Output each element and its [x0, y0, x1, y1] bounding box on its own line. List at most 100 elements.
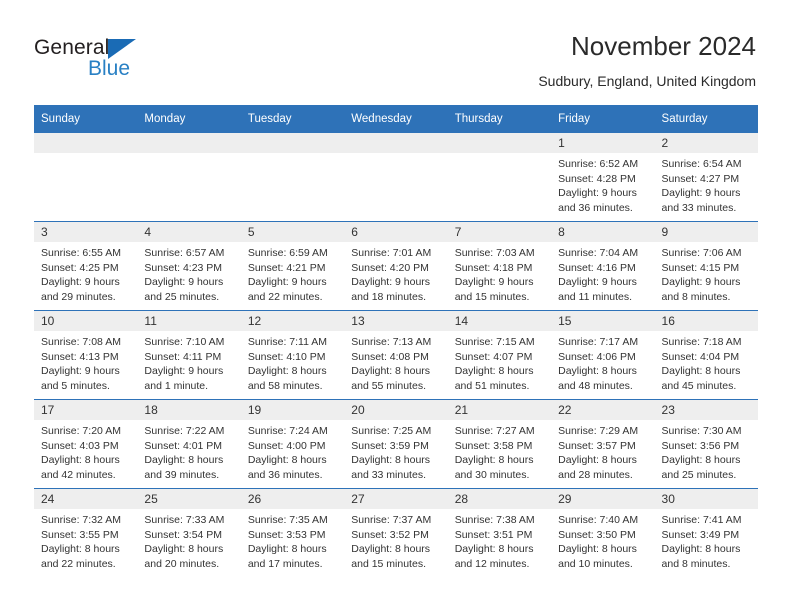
- sunrise-text: Sunrise: 7:35 AM: [247, 514, 328, 526]
- daylight-text-line2: and 18 minutes.: [351, 290, 426, 303]
- sunrise-text: Sunrise: 7:04 AM: [558, 247, 639, 259]
- day-number: 21: [447, 400, 552, 420]
- calendar-day-cell[interactable]: 25 Sunrise: 7:33 AM Sunset: 3:54 PM Dayligh…: [137, 488, 241, 577]
- day-number: 18: [137, 400, 241, 420]
- calendar-day-cell[interactable]: 30 Sunrise: 7:41 AM Sunset: 3:49 PM Dayligh…: [654, 488, 758, 577]
- weekday-header-thursday: Thursday: [447, 105, 552, 133]
- daylight-text-line2: and 29 minutes.: [41, 290, 116, 303]
- day-details: Sunrise: 6:57 AM Sunset: 4:23 PM Daylight:…: [137, 242, 240, 304]
- daylight-text-line1: Daylight: 8 hours: [558, 454, 637, 467]
- calendar-day-cell[interactable]: 21 Sunrise: 7:27 AM Sunset: 3:58 PM Dayligh…: [447, 399, 552, 489]
- page-title: November 2024: [571, 31, 756, 61]
- sunrise-text: Sunrise: 7:06 AM: [661, 247, 742, 259]
- sunrise-text: Sunrise: 7:22 AM: [144, 425, 225, 437]
- day-cell-inner: 10 Sunrise: 7:08 AM Sunset: 4:13 PM Dayligh…: [34, 311, 138, 399]
- sunrise-text: Sunrise: 7:29 AM: [558, 425, 639, 437]
- calendar-day-cell[interactable]: 18 Sunrise: 7:22 AM Sunset: 4:01 PM Dayligh…: [137, 399, 241, 489]
- daylight-text-line2: and 5 minutes.: [41, 379, 110, 392]
- day-details: Sunrise: 7:32 AM Sunset: 3:55 PM Daylight:…: [34, 509, 137, 571]
- calendar-day-cell[interactable]: 1 Sunrise: 6:52 AM Sunset: 4:28 PM Daylight…: [551, 133, 655, 222]
- calendar-day-cell[interactable]: 2 Sunrise: 6:54 AM Sunset: 4:27 PM Daylight…: [654, 133, 758, 222]
- day-number: 13: [344, 311, 448, 331]
- calendar-day-cell[interactable]: 22 Sunrise: 7:29 AM Sunset: 3:57 PM Dayligh…: [551, 399, 655, 489]
- sunrise-text: Sunrise: 6:54 AM: [661, 158, 742, 170]
- daylight-text-line2: and 15 minutes.: [454, 290, 530, 303]
- daylight-text-line2: and 36 minutes.: [558, 201, 633, 214]
- sunset-text: Sunset: 3:59 PM: [351, 439, 429, 452]
- sunrise-text: Sunrise: 7:17 AM: [558, 336, 639, 348]
- calendar-day-cell[interactable]: 23 Sunrise: 7:30 AM Sunset: 3:56 PM Dayligh…: [654, 399, 758, 489]
- calendar-day-cell[interactable]: 4 Sunrise: 6:57 AM Sunset: 4:23 PM Daylight…: [137, 221, 241, 311]
- logo-triangle-icon: [108, 39, 136, 59]
- calendar-week-row: 3 Sunrise: 6:55 AM Sunset: 4:25 PM Daylight…: [34, 221, 758, 311]
- day-details: Sunrise: 7:38 AM Sunset: 3:51 PM Daylight:…: [448, 509, 551, 571]
- daylight-text-line2: and 51 minutes.: [454, 379, 530, 392]
- day-details: Sunrise: 7:17 AM Sunset: 4:06 PM Daylight:…: [551, 331, 654, 393]
- calendar-day-cell[interactable]: 19 Sunrise: 7:24 AM Sunset: 4:00 PM Dayligh…: [240, 399, 345, 489]
- weekday-header-friday: Friday: [551, 105, 655, 133]
- daylight-text-line1: Daylight: 9 hours: [454, 276, 534, 289]
- daylight-text-line2: and 45 minutes.: [661, 379, 737, 392]
- calendar-day-cell[interactable]: 9 Sunrise: 7:06 AM Sunset: 4:15 PM Daylight…: [654, 221, 758, 311]
- calendar-day-cell[interactable]: 28 Sunrise: 7:38 AM Sunset: 3:51 PM Dayligh…: [447, 488, 552, 577]
- calendar-day-cell[interactable]: 15 Sunrise: 7:17 AM Sunset: 4:06 PM Dayligh…: [551, 310, 655, 400]
- calendar-day-cell[interactable]: 27 Sunrise: 7:37 AM Sunset: 3:52 PM Dayligh…: [344, 488, 448, 577]
- day-cell-inner: 8 Sunrise: 7:04 AM Sunset: 4:16 PM Daylight…: [551, 222, 655, 310]
- sunrise-text: Sunrise: 7:25 AM: [351, 425, 432, 437]
- calendar-day-cell[interactable]: 3 Sunrise: 6:55 AM Sunset: 4:25 PM Daylight…: [34, 221, 138, 311]
- day-cell-inner: [34, 133, 138, 221]
- day-details: Sunrise: 7:04 AM Sunset: 4:16 PM Daylight:…: [551, 242, 654, 304]
- daylight-text-line2: and 36 minutes.: [247, 468, 323, 481]
- daylight-text-line1: Daylight: 9 hours: [661, 276, 741, 289]
- calendar-day-cell[interactable]: 16 Sunrise: 7:18 AM Sunset: 4:04 PM Dayligh…: [654, 310, 758, 400]
- daylight-text-line1: Daylight: 8 hours: [247, 543, 327, 556]
- day-cell-inner: 4 Sunrise: 6:57 AM Sunset: 4:23 PM Daylight…: [137, 222, 241, 310]
- calendar-day-cell[interactable]: 17 Sunrise: 7:20 AM Sunset: 4:03 PM Dayligh…: [34, 399, 138, 489]
- day-number: 14: [447, 311, 552, 331]
- day-details: [448, 153, 551, 157]
- calendar-day-cell[interactable]: 14 Sunrise: 7:15 AM Sunset: 4:07 PM Dayligh…: [447, 310, 552, 400]
- sunset-text: Sunset: 3:57 PM: [558, 439, 636, 452]
- calendar-week-row: 24 Sunrise: 7:32 AM Sunset: 3:55 PM Dayligh…: [34, 488, 758, 577]
- calendar-day-cell[interactable]: 26 Sunrise: 7:35 AM Sunset: 3:53 PM Dayligh…: [240, 488, 345, 577]
- day-number: 15: [551, 311, 655, 331]
- day-number: 25: [137, 489, 241, 509]
- day-number: [344, 133, 448, 153]
- calendar-day-cell[interactable]: 5 Sunrise: 6:59 AM Sunset: 4:21 PM Daylight…: [240, 221, 345, 311]
- sunrise-text: Sunrise: 7:41 AM: [661, 514, 742, 526]
- calendar-day-cell-empty: [240, 133, 345, 222]
- calendar-day-cell[interactable]: 10 Sunrise: 7:08 AM Sunset: 4:13 PM Dayligh…: [34, 310, 138, 400]
- calendar-day-cell[interactable]: 8 Sunrise: 7:04 AM Sunset: 4:16 PM Daylight…: [551, 221, 655, 311]
- calendar-day-cell[interactable]: 7 Sunrise: 7:03 AM Sunset: 4:18 PM Daylight…: [447, 221, 552, 311]
- general-blue-logo[interactable]: General Blue: [34, 36, 194, 84]
- daylight-text-line2: and 28 minutes.: [558, 468, 633, 481]
- calendar-day-cell[interactable]: 20 Sunrise: 7:25 AM Sunset: 3:59 PM Dayligh…: [344, 399, 448, 489]
- day-number: 19: [240, 400, 345, 420]
- day-cell-inner: 1 Sunrise: 6:52 AM Sunset: 4:28 PM Daylight…: [551, 133, 655, 221]
- sunrise-text: Sunrise: 7:38 AM: [454, 514, 535, 526]
- sunset-text: Sunset: 3:51 PM: [454, 528, 533, 541]
- day-cell-inner: 15 Sunrise: 7:17 AM Sunset: 4:06 PM Dayligh…: [551, 311, 655, 399]
- calendar-day-cell[interactable]: 11 Sunrise: 7:10 AM Sunset: 4:11 PM Dayligh…: [137, 310, 241, 400]
- daylight-text-line2: and 20 minutes.: [144, 557, 220, 570]
- day-cell-inner: 12 Sunrise: 7:11 AM Sunset: 4:10 PM Dayligh…: [240, 311, 345, 399]
- day-number: [240, 133, 345, 153]
- day-details: Sunrise: 7:06 AM Sunset: 4:15 PM Daylight:…: [655, 242, 758, 304]
- day-cell-inner: 28 Sunrise: 7:38 AM Sunset: 3:51 PM Dayligh…: [447, 489, 552, 577]
- day-details: Sunrise: 6:52 AM Sunset: 4:28 PM Daylight:…: [551, 153, 654, 215]
- sunset-text: Sunset: 4:15 PM: [661, 261, 740, 274]
- day-details: Sunrise: 7:10 AM Sunset: 4:11 PM Daylight:…: [137, 331, 240, 393]
- calendar-day-cell[interactable]: 24 Sunrise: 7:32 AM Sunset: 3:55 PM Dayligh…: [34, 488, 138, 577]
- calendar-day-cell[interactable]: 13 Sunrise: 7:13 AM Sunset: 4:08 PM Dayligh…: [344, 310, 448, 400]
- calendar-day-cell[interactable]: 6 Sunrise: 7:01 AM Sunset: 4:20 PM Daylight…: [344, 221, 448, 311]
- sunrise-text: Sunrise: 7:33 AM: [144, 514, 225, 526]
- sunset-text: Sunset: 3:52 PM: [351, 528, 429, 541]
- sunset-text: Sunset: 4:10 PM: [247, 350, 326, 363]
- daylight-text-line2: and 17 minutes.: [247, 557, 323, 570]
- calendar-day-cell[interactable]: 29 Sunrise: 7:40 AM Sunset: 3:50 PM Dayligh…: [551, 488, 655, 577]
- calendar-day-cell[interactable]: 12 Sunrise: 7:11 AM Sunset: 4:10 PM Dayligh…: [240, 310, 345, 400]
- daylight-text-line2: and 48 minutes.: [558, 379, 633, 392]
- sunset-text: Sunset: 4:11 PM: [144, 350, 222, 363]
- calendar-page: General Blue November 2024 Sudbury, Engl…: [0, 0, 792, 612]
- day-details: Sunrise: 7:30 AM Sunset: 3:56 PM Daylight:…: [655, 420, 758, 482]
